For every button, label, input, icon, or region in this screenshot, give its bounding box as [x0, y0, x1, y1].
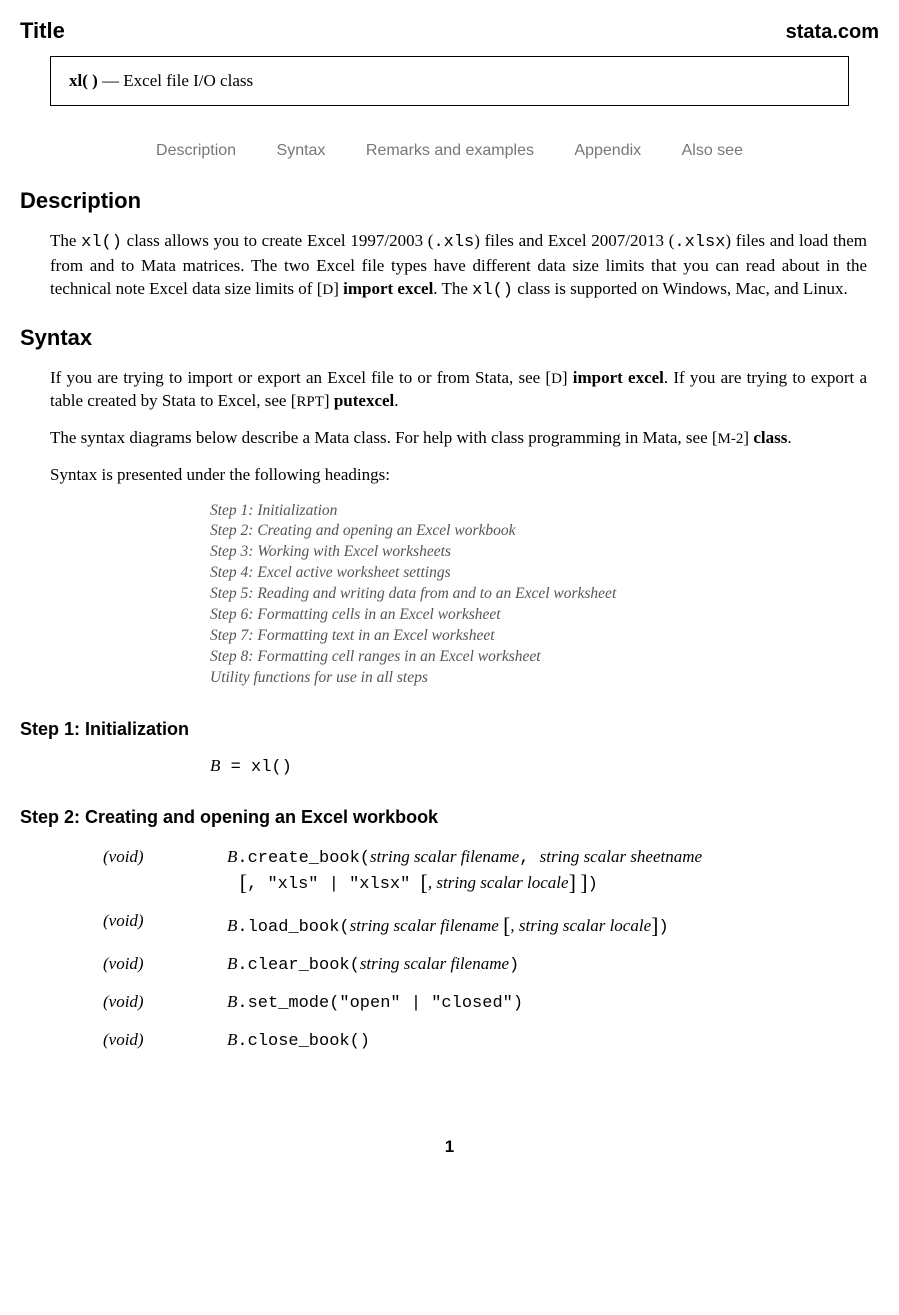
table-row: (void) B.create_book(string scalar filen… — [102, 846, 703, 908]
page-number: 1 — [20, 1137, 879, 1157]
title-dash: — — [98, 71, 124, 90]
title-desc: Excel file I/O class — [123, 71, 253, 90]
signature-clear-book: B.clear_book(string scalar filename) — [226, 953, 703, 989]
syntax-paragraph-1: If you are trying to import or export an… — [50, 367, 867, 413]
return-type: (void) — [102, 910, 224, 951]
signature-create-book: B.create_book(string scalar filename, st… — [226, 846, 703, 908]
step-link-1[interactable]: Step 1: Initialization — [210, 501, 879, 522]
step1-heading: Step 1: Initialization — [20, 719, 879, 740]
step-link-8[interactable]: Step 8: Formatting cell ranges in an Exc… — [210, 647, 879, 668]
table-row: (void) B.clear_book(string scalar filena… — [102, 953, 703, 989]
section-description: Description — [20, 188, 879, 214]
table-row: (void) B.close_book() — [102, 1029, 703, 1065]
title-box: xl( ) — Excel file I/O class — [50, 56, 849, 106]
page-title-label: Title — [20, 18, 65, 44]
description-paragraph: The xl() class allows you to create Exce… — [50, 230, 867, 303]
return-type: (void) — [102, 991, 224, 1027]
table-row: (void) B.set_mode("open" | "closed") — [102, 991, 703, 1027]
step-link-4[interactable]: Step 4: Excel active worksheet settings — [210, 563, 879, 584]
signature-load-book: B.load_book(string scalar filename [, st… — [226, 910, 703, 951]
function-name: xl( ) — [69, 71, 98, 90]
table-row: (void) B.load_book(string scalar filenam… — [102, 910, 703, 951]
return-type: (void) — [102, 953, 224, 989]
step-link-6[interactable]: Step 6: Formatting cells in an Excel wor… — [210, 605, 879, 626]
nav-appendix[interactable]: Appendix — [574, 142, 641, 159]
step-link-2[interactable]: Step 2: Creating and opening an Excel wo… — [210, 521, 879, 542]
step-link-7[interactable]: Step 7: Formatting text in an Excel work… — [210, 626, 879, 647]
return-type: (void) — [102, 846, 224, 908]
signature-set-mode: B.set_mode("open" | "closed") — [226, 991, 703, 1027]
nav-also-see[interactable]: Also see — [682, 142, 743, 159]
init-code: B = xl() — [210, 756, 879, 777]
steps-list: Step 1: Initialization Step 2: Creating … — [210, 501, 879, 689]
nav-description[interactable]: Description — [156, 142, 236, 159]
return-type: (void) — [102, 1029, 224, 1065]
syntax-paragraph-2: The syntax diagrams below describe a Mat… — [50, 427, 867, 450]
syntax-paragraph-3: Syntax is presented under the following … — [50, 464, 867, 487]
signature-close-book: B.close_book() — [226, 1029, 703, 1065]
section-syntax: Syntax — [20, 325, 879, 351]
nav-remarks[interactable]: Remarks and examples — [366, 142, 534, 159]
step2-heading: Step 2: Creating and opening an Excel wo… — [20, 807, 879, 828]
syntax-table: (void) B.create_book(string scalar filen… — [100, 844, 705, 1067]
site-link[interactable]: stata.com — [786, 21, 879, 44]
step-link-3[interactable]: Step 3: Working with Excel worksheets — [210, 542, 879, 563]
nav-row: Description Syntax Remarks and examples … — [20, 142, 879, 160]
step-link-utility[interactable]: Utility functions for use in all steps — [210, 668, 879, 689]
step-link-5[interactable]: Step 5: Reading and writing data from an… — [210, 584, 879, 605]
nav-syntax[interactable]: Syntax — [277, 142, 326, 159]
